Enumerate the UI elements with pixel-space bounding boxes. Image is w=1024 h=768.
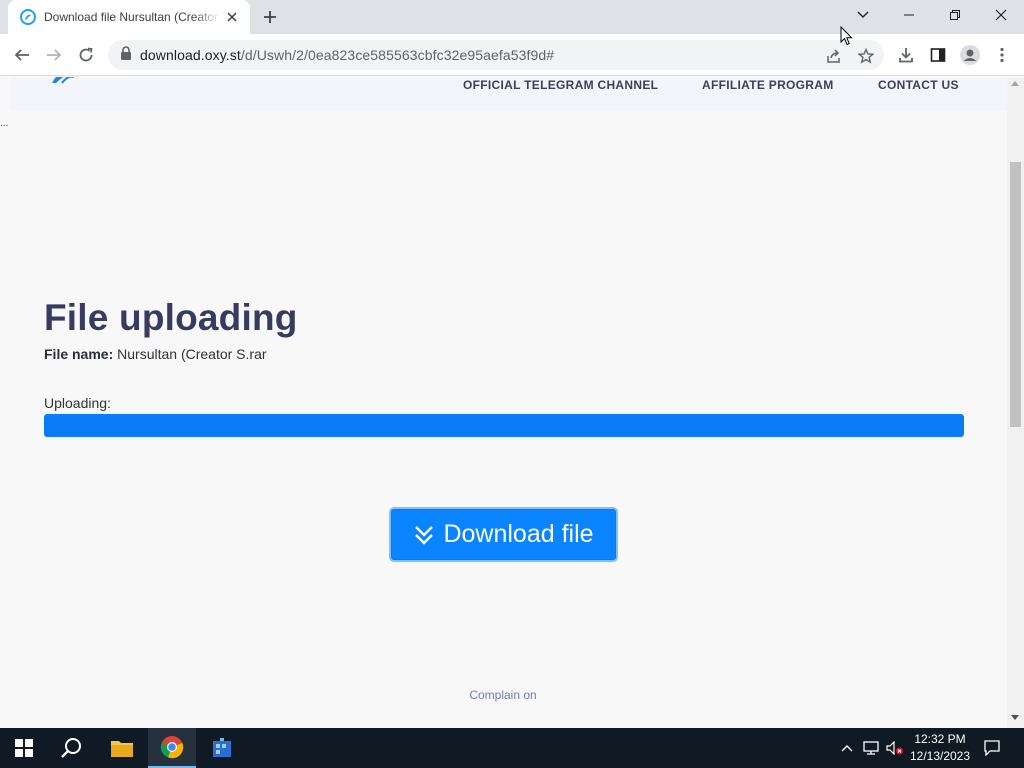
tab-title: Download file Nursultan (Creator S.rar: [44, 10, 220, 24]
clock-date: 12/13/2023: [909, 749, 971, 763]
upload-progress-bar: [44, 414, 964, 437]
network-icon: [863, 741, 879, 755]
file-name-line: File name: Nursultan (Creator S.rar: [44, 346, 267, 362]
volume-muted-icon: [886, 741, 903, 755]
windows-start-button[interactable]: [0, 728, 48, 768]
page-title: File uploading: [44, 297, 298, 338]
scroll-down-arrow-icon[interactable]: [1011, 715, 1019, 720]
taskbar-clock[interactable]: 12:32 PM 12/13/2023: [904, 731, 976, 765]
download-file-button[interactable]: Download file: [389, 507, 618, 562]
arrow-left-icon: [14, 49, 29, 61]
kebab-menu-button[interactable]: [988, 41, 1016, 69]
chevron-up-icon: [841, 745, 853, 752]
chevron-down-icon: [857, 11, 869, 18]
tab-close-button[interactable]: [224, 9, 240, 25]
reload-button[interactable]: [72, 41, 100, 69]
reload-icon: [79, 47, 93, 62]
file-explorer-icon: [111, 741, 133, 757]
new-tab-button[interactable]: [258, 5, 282, 29]
app-icon: [213, 738, 231, 757]
side-panel-button[interactable]: [924, 41, 952, 69]
chrome-icon: [160, 736, 184, 759]
nav-link-telegram[interactable]: OFFICIAL TELEGRAM CHANNEL: [463, 78, 658, 92]
taskbar-app[interactable]: [198, 728, 246, 768]
restore-button[interactable]: [932, 0, 978, 30]
notification-center-button[interactable]: [978, 728, 1006, 768]
close-icon: [995, 9, 1007, 21]
uploading-label: Uploading:: [44, 395, 111, 411]
profile-icon: [960, 45, 980, 65]
nav-link-affiliate[interactable]: AFFILIATE PROGRAM: [702, 78, 834, 92]
page-viewport: OFFICIAL TELEGRAM CHANNEL AFFILIATE PROG…: [0, 77, 1024, 728]
complain-link[interactable]: Complain on: [0, 688, 1006, 702]
minimize-button[interactable]: [886, 0, 932, 30]
windows-start-icon: [15, 739, 33, 757]
browser-titlebar: Download file Nursultan (Creator S.rar: [0, 0, 1024, 34]
close-icon: [227, 12, 237, 22]
back-button[interactable]: [8, 41, 36, 69]
restore-icon: [950, 10, 960, 20]
address-bar[interactable]: download.oxy.st/d/Uswh/2/0ea823ce585563c…: [108, 40, 884, 70]
notification-icon: [984, 740, 1000, 756]
download-icon: [899, 48, 913, 63]
scrollbar-thumb[interactable]: [1010, 162, 1021, 427]
downloads-button[interactable]: [892, 41, 920, 69]
nav-link-contact[interactable]: CONTACT US: [878, 78, 959, 92]
site-logo-icon[interactable]: [50, 77, 80, 85]
taskbar-chrome[interactable]: [148, 728, 196, 768]
site-navbar: OFFICIAL TELEGRAM CHANNEL AFFILIATE PROG…: [10, 77, 1007, 111]
kebab-menu-icon: [1000, 47, 1004, 63]
taskbar-file-explorer[interactable]: [98, 728, 146, 768]
network-tray-button[interactable]: [860, 728, 882, 768]
url-text: download.oxy.st/d/Uswh/2/0ea823ce585563c…: [140, 47, 555, 63]
minimize-icon: [904, 14, 914, 16]
file-name-label: File name:: [44, 346, 114, 362]
side-panel-icon: [930, 48, 946, 62]
taskbar-search-button[interactable]: [48, 728, 96, 768]
arrow-right-icon: [47, 49, 62, 61]
windows-taskbar: 12:32 PM 12/13/2023: [0, 728, 1024, 768]
browser-tab[interactable]: Download file Nursultan (Creator S.rar: [8, 0, 250, 34]
clock-time: 12:32 PM: [914, 732, 966, 746]
mouse-cursor-icon: [840, 25, 853, 51]
profile-button[interactable]: [956, 41, 984, 69]
upload-progress-fill: [44, 414, 964, 437]
double-chevron-down-icon: [413, 524, 435, 546]
page-scrollbar[interactable]: [1007, 77, 1024, 728]
volume-tray-button[interactable]: [884, 728, 906, 768]
lock-icon[interactable]: [120, 45, 132, 65]
search-icon: [61, 738, 81, 758]
download-file-label: Download file: [443, 520, 594, 548]
show-hidden-icons-button[interactable]: [838, 728, 856, 768]
plus-icon: [264, 11, 276, 23]
oxy-logo-icon: [20, 9, 36, 25]
ellipsis-text: ...: [0, 118, 9, 129]
star-icon[interactable]: [854, 44, 878, 68]
forward-button[interactable]: [40, 41, 68, 69]
scroll-up-arrow-icon[interactable]: [1011, 81, 1019, 86]
file-name-value: Nursultan (Creator S.rar: [117, 346, 267, 362]
window-close-button[interactable]: [978, 0, 1024, 30]
browser-toolbar: download.oxy.st/d/Uswh/2/0ea823ce585563c…: [0, 34, 1024, 76]
